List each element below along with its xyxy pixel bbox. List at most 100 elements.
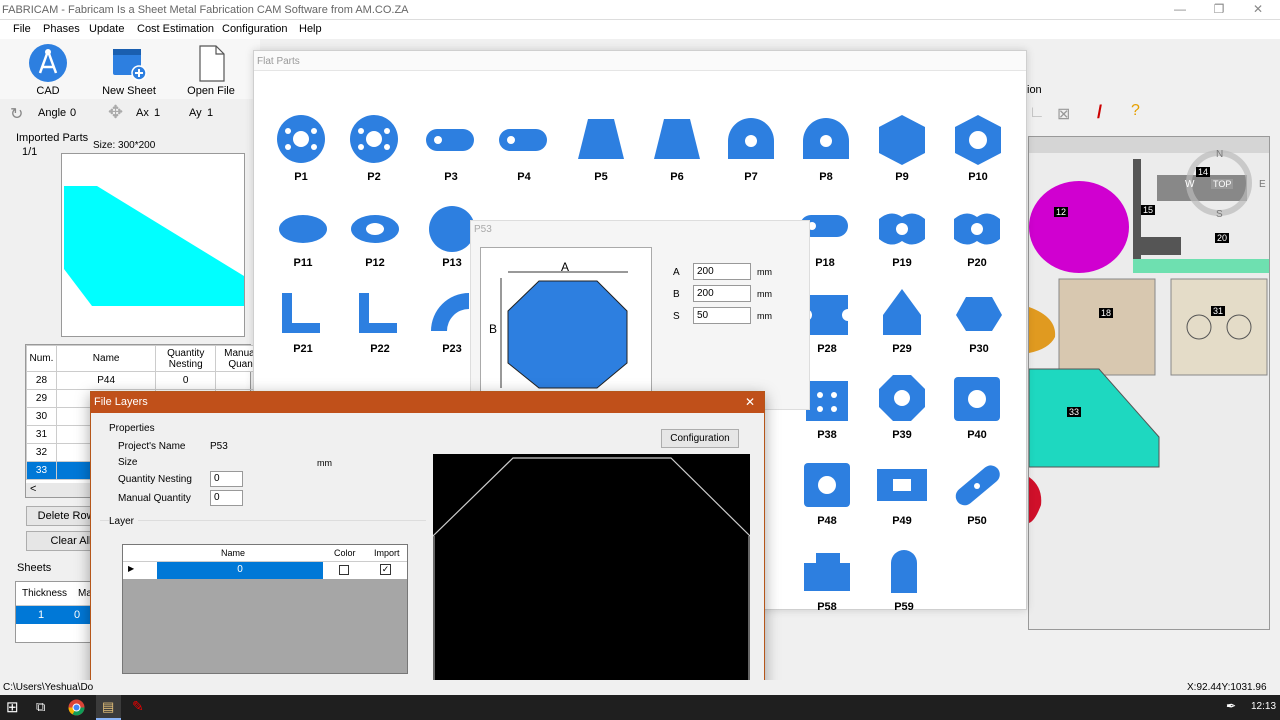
flat-part-p10[interactable]: P10 bbox=[943, 109, 1013, 193]
close-icon[interactable]: ✕ bbox=[745, 395, 755, 409]
part-label: P58 bbox=[817, 601, 837, 613]
maximize-icon[interactable]: ❐ bbox=[1204, 2, 1234, 18]
flat-part-p21[interactable]: P21 bbox=[268, 281, 338, 365]
col-import[interactable]: Import bbox=[374, 548, 400, 558]
compass-east: E bbox=[1259, 179, 1266, 190]
col-num[interactable]: Num. bbox=[26, 345, 57, 372]
cad-button[interactable]: CAD bbox=[18, 41, 78, 99]
pen-tray-icon[interactable]: ✒ bbox=[1226, 699, 1236, 713]
part-shape-icon bbox=[879, 115, 925, 165]
part-label: P7 bbox=[744, 171, 758, 183]
view-cube-top[interactable]: TOP bbox=[1211, 179, 1234, 189]
color-checkbox[interactable] bbox=[339, 565, 349, 575]
minimize-icon[interactable]: — bbox=[1165, 2, 1195, 18]
layer-row[interactable]: ▶ 0 ✓ bbox=[123, 562, 407, 579]
field-a-label: A bbox=[673, 267, 680, 278]
flat-part-p6[interactable]: P6 bbox=[642, 109, 712, 193]
p53-panel: P53 A B A 200 mm B 200 mm S 50 mm bbox=[470, 220, 810, 411]
flat-part-p8[interactable]: P8 bbox=[791, 109, 861, 193]
clock: 12:13 bbox=[1251, 701, 1277, 712]
flat-part-p49[interactable]: P49 bbox=[867, 453, 937, 537]
flat-part-p9[interactable]: P9 bbox=[867, 109, 937, 193]
field-b-input[interactable]: 200 bbox=[693, 285, 751, 302]
menu-file[interactable]: File bbox=[13, 23, 31, 35]
part-label: P50 bbox=[967, 515, 987, 527]
configuration-button[interactable]: Configuration bbox=[661, 429, 739, 448]
flat-part-p22[interactable]: P22 bbox=[345, 281, 415, 365]
flat-part-p5[interactable]: P5 bbox=[566, 109, 636, 193]
scroll-left-icon[interactable]: < bbox=[30, 483, 36, 495]
help-measure-icon[interactable]: ? bbox=[1131, 102, 1140, 120]
field-s-unit: mm bbox=[757, 311, 772, 321]
flat-part-p1[interactable]: P1 bbox=[266, 109, 336, 193]
flat-part-p2[interactable]: P2 bbox=[339, 109, 409, 193]
layer-preview-outline bbox=[432, 457, 751, 694]
field-a-input[interactable]: 200 bbox=[693, 263, 751, 280]
ay-input[interactable]: 1 bbox=[207, 107, 213, 119]
rotate-icon[interactable]: ↻ bbox=[10, 104, 23, 124]
open-file-button[interactable]: Open File bbox=[181, 41, 241, 99]
manual-qty-input[interactable]: 0 bbox=[210, 490, 243, 506]
col-qty-nesting[interactable]: Quantity Nesting bbox=[155, 345, 217, 372]
preview-shape bbox=[64, 186, 244, 306]
line-tool-icon[interactable]: / bbox=[1097, 102, 1102, 123]
import-checkbox[interactable]: ✓ bbox=[380, 564, 391, 575]
col-layer-name[interactable]: Name bbox=[221, 548, 245, 558]
col-name[interactable]: Name bbox=[55, 345, 157, 372]
field-s-input[interactable]: 50 bbox=[693, 307, 751, 324]
col-color[interactable]: Color bbox=[334, 548, 356, 558]
menu-help[interactable]: Help bbox=[299, 23, 322, 35]
angle-input[interactable]: 0 bbox=[70, 107, 76, 119]
part-label: 20 bbox=[1215, 233, 1230, 243]
flat-part-p48[interactable]: P48 bbox=[792, 453, 862, 537]
compass-north: N bbox=[1216, 149, 1224, 160]
flat-part-p58[interactable]: P58 bbox=[792, 539, 862, 623]
part-label: P8 bbox=[819, 171, 833, 183]
part-label: P3 bbox=[444, 171, 458, 183]
flat-part-p40[interactable]: P40 bbox=[942, 367, 1012, 451]
move-icon[interactable]: ✥ bbox=[108, 102, 123, 123]
delete-box-icon[interactable]: ⊠ bbox=[1057, 104, 1070, 124]
flat-part-p30[interactable]: P30 bbox=[944, 281, 1014, 365]
windows-start-icon[interactable]: ⊞ bbox=[6, 698, 19, 716]
part-label: P11 bbox=[293, 257, 313, 269]
flat-part-p29[interactable]: P29 bbox=[867, 281, 937, 365]
col-thickness[interactable]: Thickness bbox=[22, 588, 67, 599]
flat-part-p11[interactable]: P11 bbox=[268, 195, 338, 279]
flat-part-p7[interactable]: P7 bbox=[716, 109, 786, 193]
taskbar-fabricam[interactable]: ▤ bbox=[96, 695, 121, 720]
part-label: P49 bbox=[892, 515, 912, 527]
ax-input[interactable]: 1 bbox=[154, 107, 160, 119]
menu-phases[interactable]: Phases bbox=[43, 23, 80, 35]
new-sheet-button[interactable]: New Sheet bbox=[99, 41, 159, 99]
flat-part-p59[interactable]: P59 bbox=[869, 539, 939, 623]
task-view-icon[interactable]: ⧉ bbox=[36, 699, 45, 715]
menu-cost-estimation[interactable]: Cost Estimation bbox=[137, 23, 214, 35]
flat-part-p3[interactable]: P3 bbox=[416, 109, 486, 193]
part-label: P59 bbox=[894, 601, 914, 613]
layer-name-cell[interactable]: 0 bbox=[157, 562, 323, 579]
table-row[interactable]: 28 P44 0 bbox=[26, 371, 266, 390]
part-shape-icon bbox=[804, 553, 850, 591]
qty-nesting-input[interactable]: 0 bbox=[210, 471, 243, 487]
p53-fields: A 200 mm B 200 mm S 50 mm bbox=[661, 253, 801, 337]
sheets-table: Thickness Mat 1 0 bbox=[15, 581, 95, 643]
flat-part-p19[interactable]: P19 bbox=[867, 195, 937, 279]
flat-part-p20[interactable]: P20 bbox=[942, 195, 1012, 279]
nesting-canvas[interactable]: 12 15 14 20 18 31 33 N S W E TOP bbox=[1028, 136, 1273, 630]
flat-part-p12[interactable]: P12 bbox=[340, 195, 410, 279]
flat-part-p4[interactable]: P4 bbox=[489, 109, 559, 193]
part-label: P22 bbox=[370, 343, 390, 355]
part-shape-icon bbox=[879, 213, 925, 245]
chrome-icon[interactable] bbox=[68, 699, 85, 716]
close-icon[interactable]: ✕ bbox=[1243, 2, 1273, 18]
menu-update[interactable]: Update bbox=[89, 23, 124, 35]
recorder-icon[interactable]: ✎ bbox=[132, 698, 144, 715]
corner-icon[interactable]: ∟ bbox=[1029, 104, 1045, 122]
flat-part-p39[interactable]: P39 bbox=[867, 367, 937, 451]
p53-title: P53 bbox=[474, 224, 492, 235]
table-row-selected[interactable]: 1 0 bbox=[16, 606, 94, 624]
menu-configuration[interactable]: Configuration bbox=[222, 23, 287, 35]
part-shape-icon bbox=[803, 118, 849, 159]
flat-part-p50[interactable]: P50 bbox=[942, 453, 1012, 537]
